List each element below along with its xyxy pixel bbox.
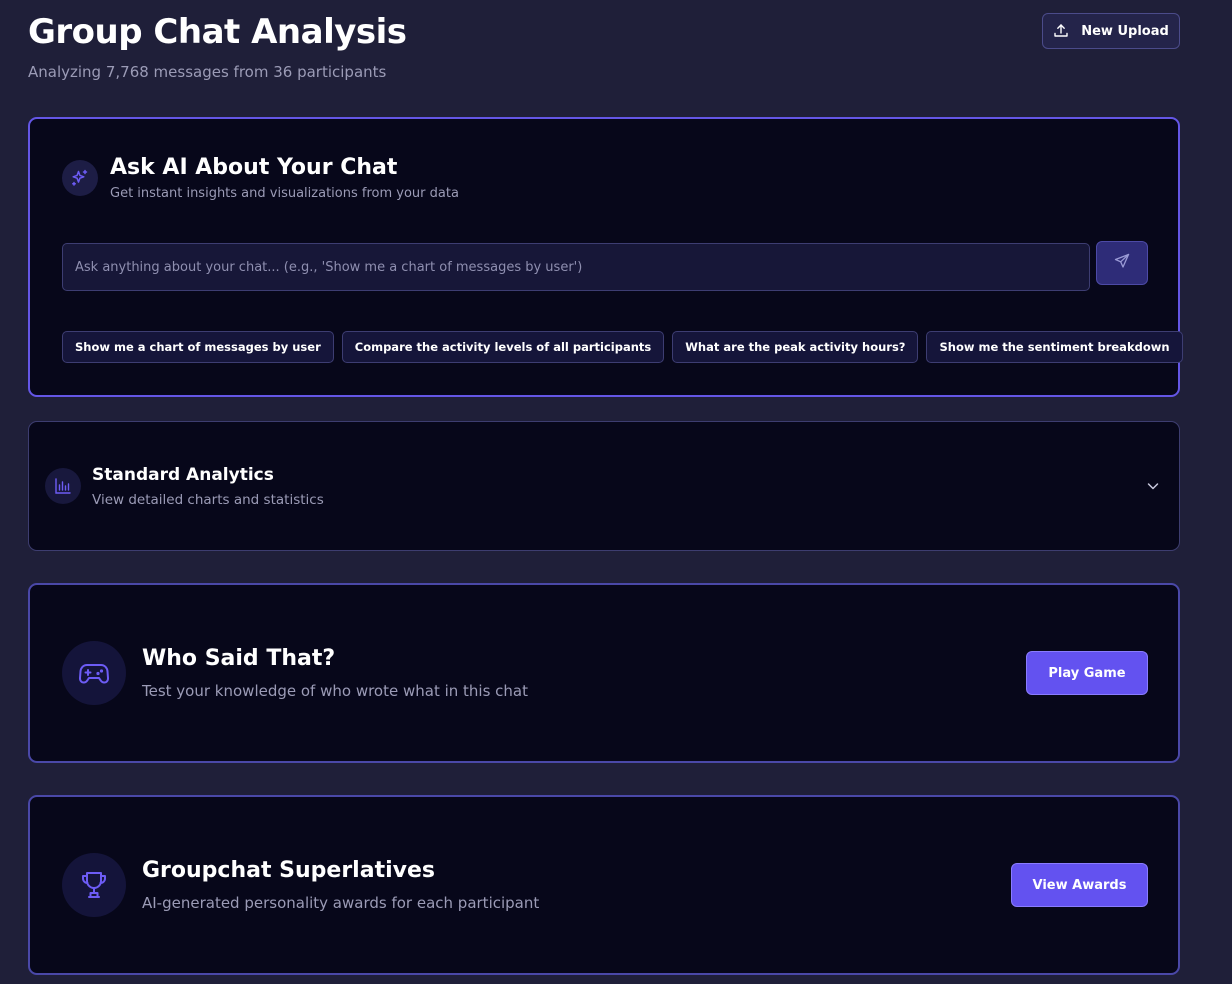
play-game-button[interactable]: Play Game (1026, 651, 1148, 695)
superlatives-description: AI-generated personality awards for each… (142, 894, 540, 912)
bar-chart-icon (45, 468, 81, 504)
who-said-that-title: Who Said That? (142, 646, 336, 671)
send-button[interactable] (1096, 241, 1148, 285)
standard-analytics-description: View detailed charts and statistics (92, 492, 324, 508)
suggestion-chip[interactable]: Show me a chart of messages by user (62, 331, 334, 363)
chevron-down-icon[interactable] (1143, 476, 1163, 496)
send-icon (1114, 253, 1130, 273)
suggestion-chip[interactable]: Compare the activity levels of all parti… (341, 331, 665, 363)
suggestion-chip[interactable]: Show me the sentiment breakdown (926, 331, 1183, 363)
who-said-that-description: Test your knowledge of who wrote what in… (142, 682, 529, 700)
gamepad-icon (62, 641, 126, 705)
new-upload-button[interactable]: New Upload (1042, 13, 1180, 49)
view-awards-button[interactable]: View Awards (1011, 863, 1148, 907)
new-upload-label: New Upload (1081, 23, 1169, 39)
trophy-icon (62, 853, 126, 917)
upload-icon (1053, 23, 1069, 39)
page: Group Chat Analysis Analyzing 7,768 mess… (0, 0, 1232, 984)
who-said-that-card: Who Said That? Test your knowledge of wh… (28, 583, 1180, 763)
ask-ai-input[interactable] (62, 243, 1090, 291)
standard-analytics-title: Standard Analytics (92, 465, 274, 485)
suggestion-chips: Show me a chart of messages by user Comp… (62, 331, 1183, 363)
suggestion-chip[interactable]: What are the peak activity hours? (672, 331, 919, 363)
superlatives-card: Groupchat Superlatives AI-generated pers… (28, 795, 1180, 975)
page-subtitle: Analyzing 7,768 messages from 36 partici… (28, 63, 387, 81)
sparkles-icon (62, 160, 98, 196)
page-title: Group Chat Analysis (28, 12, 407, 52)
ask-ai-card: Ask AI About Your Chat Get instant insig… (28, 117, 1183, 397)
standard-analytics-card[interactable]: Standard Analytics View detailed charts … (28, 421, 1180, 551)
ask-ai-description: Get instant insights and visualizations … (110, 186, 459, 201)
ask-ai-title: Ask AI About Your Chat (110, 155, 398, 180)
superlatives-title: Groupchat Superlatives (142, 858, 435, 883)
